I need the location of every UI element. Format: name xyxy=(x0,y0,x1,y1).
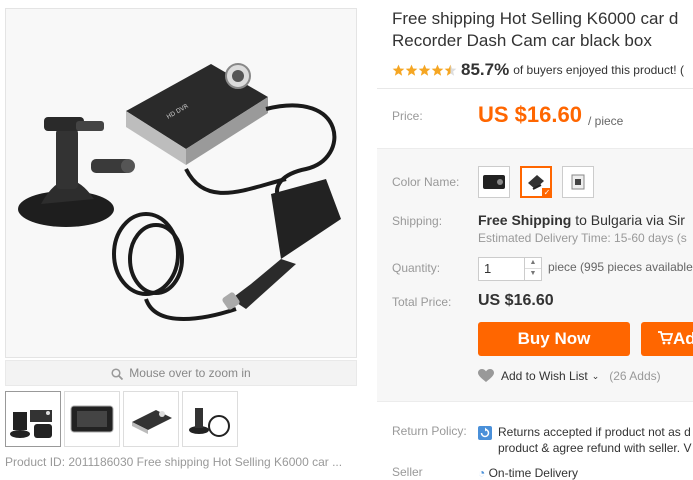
quantity-label: Quantity: xyxy=(392,261,441,275)
total-price-value: US $16.60 xyxy=(478,292,554,309)
star-icon xyxy=(418,64,431,76)
return-policy-label: Return Policy: xyxy=(392,424,467,438)
thumbnail-strip xyxy=(5,391,238,447)
ontime-text: On-time Delivery xyxy=(488,466,578,480)
price-label: Price: xyxy=(392,109,423,123)
increment-button[interactable]: ▲ xyxy=(525,258,541,269)
shipping-destination[interactable]: to Bulgaria via Sir xyxy=(575,212,685,228)
swatch-camera-image xyxy=(483,175,505,189)
add-to-cart-label: Ad xyxy=(673,329,693,348)
color-swatch-3[interactable] xyxy=(562,166,594,198)
star-icon xyxy=(405,64,418,76)
return-policy-text: Returns accepted if product not as d pro… xyxy=(498,424,691,456)
rating-row: 85.7% of buyers enjoyed this product! ( xyxy=(392,60,684,80)
shipping-info: Free Shipping to Bulgaria via Sir xyxy=(478,212,685,228)
thumbnail-4[interactable] xyxy=(182,391,238,447)
divider xyxy=(377,88,693,89)
rating-percent: 85.7% xyxy=(461,60,510,79)
color-swatch-2[interactable]: ✓ xyxy=(520,166,552,198)
return-policy-icon xyxy=(478,426,492,440)
wish-list-row: Add to Wish List ⌄ (26 Adds) xyxy=(478,369,661,383)
main-product-image[interactable]: HD DVR xyxy=(5,8,357,358)
product-title-line-2: Recorder Dash Cam car black box xyxy=(392,31,652,50)
price-unit: / piece xyxy=(588,114,624,128)
seller-label: Seller xyxy=(392,465,423,479)
add-to-cart-button[interactable]: Ad xyxy=(641,322,693,356)
selected-check-icon: ✓ xyxy=(542,188,552,198)
stepper-buttons: ▲ ▼ xyxy=(524,258,541,280)
ontime-delivery: ◔ On-time Delivery xyxy=(478,466,578,480)
product-title-line-1: Free shipping Hot Selling K6000 car d xyxy=(392,9,679,28)
star-icon xyxy=(444,64,457,76)
ontime-icon: ◔ xyxy=(478,466,486,480)
thumbnail-2[interactable] xyxy=(64,391,120,447)
swatch-box-image xyxy=(571,174,585,190)
return-policy-line-2: product & agree refund with seller. V xyxy=(498,441,692,455)
quantity-stepper: ▲ ▼ xyxy=(478,257,542,281)
quantity-input[interactable] xyxy=(479,258,524,278)
decrement-button[interactable]: ▼ xyxy=(525,269,541,279)
thumbnail-1[interactable] xyxy=(5,391,61,447)
thumbnail-3[interactable] xyxy=(123,391,179,447)
zoom-hint: Mouse over to zoom in xyxy=(5,360,357,386)
rating-text: of buyers enjoyed this product! ( xyxy=(513,63,684,77)
thumb-camera-side-image xyxy=(132,410,172,434)
shipping-label: Shipping: xyxy=(392,214,443,228)
delivery-time: Estimated Delivery Time: 15-60 days (s xyxy=(478,231,687,245)
return-policy-line-1: Returns accepted if product not as d xyxy=(498,425,691,439)
thumb-accessories-image xyxy=(189,408,230,437)
total-price-label: Total Price: xyxy=(392,295,452,309)
star-icon xyxy=(392,64,405,76)
dash-cam-kit-image: HD DVR xyxy=(6,9,356,357)
heart-icon[interactable] xyxy=(478,369,494,383)
color-swatch-1[interactable] xyxy=(478,166,510,198)
color-name-label: Color Name: xyxy=(392,175,460,189)
buy-now-button[interactable]: Buy Now xyxy=(478,322,630,356)
star-icon xyxy=(431,64,444,76)
quantity-available: piece (995 pieces available xyxy=(548,260,693,274)
star-rating xyxy=(392,64,457,77)
magnifier-icon xyxy=(111,368,124,380)
wish-count: (26 Adds) xyxy=(609,369,661,383)
thumb-camera-front-image xyxy=(70,405,114,433)
zoom-hint-text: Mouse over to zoom in xyxy=(129,366,251,380)
color-swatches: ✓ xyxy=(478,166,594,198)
thumb-kit-image xyxy=(10,410,52,438)
product-title: Free shipping Hot Selling K6000 car d Re… xyxy=(392,8,692,52)
free-shipping-text: Free Shipping xyxy=(478,212,572,228)
product-id-text: Product ID: 2011186030 Free shipping Hot… xyxy=(5,455,343,469)
chevron-down-icon[interactable]: ⌄ xyxy=(592,371,600,382)
price-value: US $16.60 xyxy=(478,102,582,127)
add-to-wish-list-link[interactable]: Add to Wish List xyxy=(501,369,588,383)
cart-icon xyxy=(658,331,674,345)
